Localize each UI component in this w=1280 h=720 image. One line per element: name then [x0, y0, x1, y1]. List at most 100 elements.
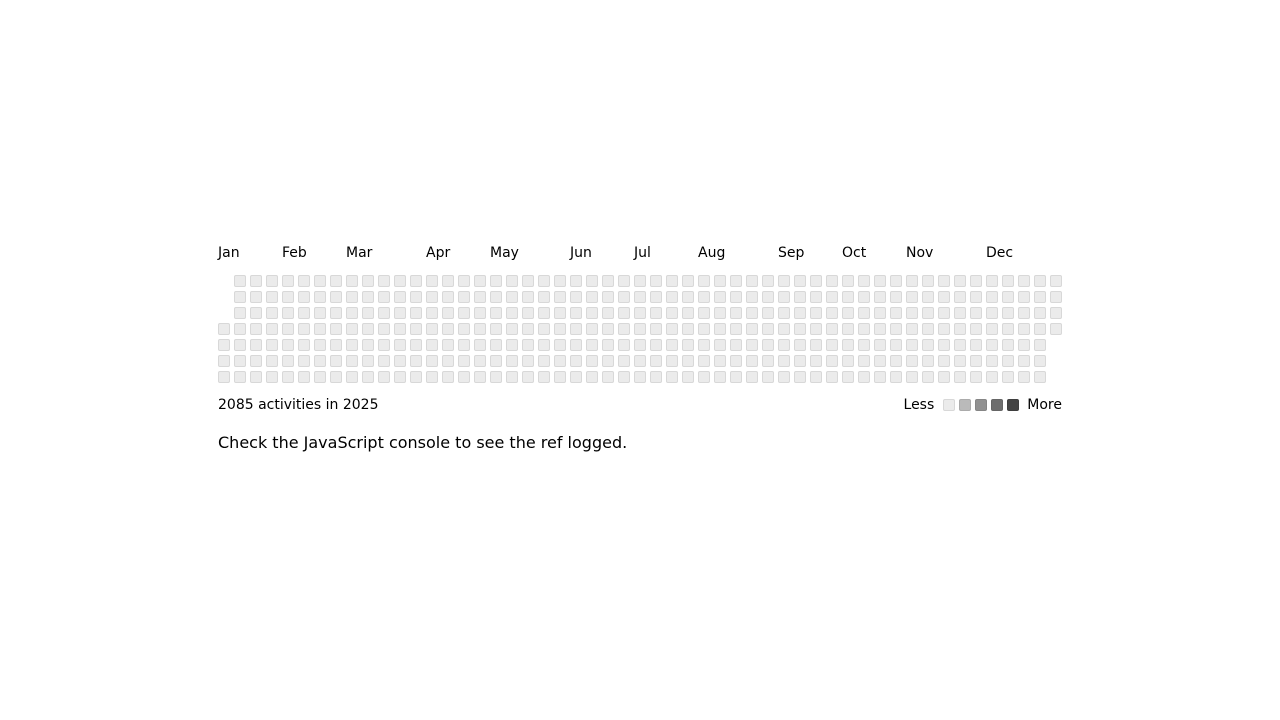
day-cell — [858, 323, 870, 335]
day-cell — [442, 339, 454, 351]
day-cell — [618, 323, 630, 335]
day-cell — [922, 323, 934, 335]
day-cell — [666, 355, 678, 367]
day-cell — [602, 355, 614, 367]
day-cell — [362, 275, 374, 287]
day-cell — [282, 307, 294, 319]
day-cell — [250, 307, 262, 319]
month-label: Sep — [778, 245, 805, 261]
day-cell — [586, 355, 598, 367]
activity-total: 2085 activities in 2025 — [218, 397, 379, 413]
month-label: Nov — [906, 245, 934, 261]
day-cell — [410, 291, 422, 303]
day-cell — [842, 339, 854, 351]
day-cell — [810, 275, 822, 287]
day-cell — [570, 323, 582, 335]
day-cell — [746, 339, 758, 351]
day-cell — [922, 339, 934, 351]
day-cell — [922, 307, 934, 319]
day-cell — [490, 339, 502, 351]
month-label: Aug — [698, 245, 726, 261]
day-cell — [554, 275, 566, 287]
day-cell — [714, 291, 726, 303]
day-cell — [730, 275, 742, 287]
legend-swatch — [1007, 399, 1020, 411]
day-cell — [970, 307, 982, 319]
day-cell — [826, 275, 838, 287]
day-cell — [330, 291, 342, 303]
day-cell — [378, 275, 390, 287]
day-cell — [330, 355, 342, 367]
day-cell — [922, 371, 934, 383]
day-cell — [490, 275, 502, 287]
day-cell — [666, 371, 678, 383]
day-cell — [714, 339, 726, 351]
day-cell — [234, 275, 246, 287]
day-cell — [282, 275, 294, 287]
day-cell — [1002, 355, 1014, 367]
day-cell — [714, 355, 726, 367]
day-cell — [874, 307, 886, 319]
day-cell — [746, 275, 758, 287]
activity-calendar: Jan Feb Mar Apr May Jun Jul Aug Sep Oct Nov Dec 208… — [218, 245, 1062, 414]
day-cell — [330, 323, 342, 335]
day-cell — [426, 307, 438, 319]
day-cell — [522, 339, 534, 351]
day-cell — [282, 371, 294, 383]
day-cell — [442, 355, 454, 367]
day-cell — [810, 371, 822, 383]
calendar-footer: 2085 activities in 2025 Less More — [218, 396, 1062, 414]
day-cell — [282, 355, 294, 367]
day-cell — [858, 371, 870, 383]
day-cell — [778, 307, 790, 319]
day-cell — [906, 339, 918, 351]
day-cell — [298, 323, 310, 335]
legend-swatch — [975, 399, 988, 411]
day-cell — [634, 339, 646, 351]
day-cell — [650, 339, 662, 351]
day-cell — [538, 355, 550, 367]
day-cell — [314, 307, 326, 319]
day-cell — [714, 323, 726, 335]
day-cell — [778, 339, 790, 351]
day-cell — [618, 371, 630, 383]
day-cell — [1050, 307, 1062, 319]
day-cell — [842, 291, 854, 303]
day-cell — [874, 275, 886, 287]
day-cell — [890, 339, 902, 351]
day-cell — [410, 275, 422, 287]
day-cell — [922, 275, 934, 287]
day-cell — [618, 291, 630, 303]
day-cell — [218, 355, 230, 367]
day-cell — [218, 371, 230, 383]
day-cell — [250, 275, 262, 287]
day-cell — [586, 291, 598, 303]
day-cell — [586, 323, 598, 335]
day-cell — [954, 307, 966, 319]
day-cell — [730, 307, 742, 319]
day-cell — [234, 307, 246, 319]
day-cell — [954, 371, 966, 383]
day-cell — [826, 323, 838, 335]
day-cell — [314, 275, 326, 287]
month-labels: Jan Feb Mar Apr May Jun Jul Aug Sep Oct Nov Dec — [218, 245, 1062, 261]
day-cell — [314, 339, 326, 351]
day-cell — [762, 291, 774, 303]
month-label: Jun — [570, 245, 592, 261]
day-cell — [794, 275, 806, 287]
day-cell — [634, 323, 646, 335]
day-cell — [826, 307, 838, 319]
day-cell — [330, 371, 342, 383]
day-cell — [890, 275, 902, 287]
day-cell — [778, 355, 790, 367]
day-cell — [698, 323, 710, 335]
day-cell — [394, 323, 406, 335]
day-cell — [266, 371, 278, 383]
day-cell — [554, 307, 566, 319]
day-cell — [1002, 307, 1014, 319]
day-cell — [378, 371, 390, 383]
day-cell — [474, 371, 486, 383]
day-cell — [874, 323, 886, 335]
day-cell — [1034, 371, 1046, 383]
day-cell — [554, 323, 566, 335]
